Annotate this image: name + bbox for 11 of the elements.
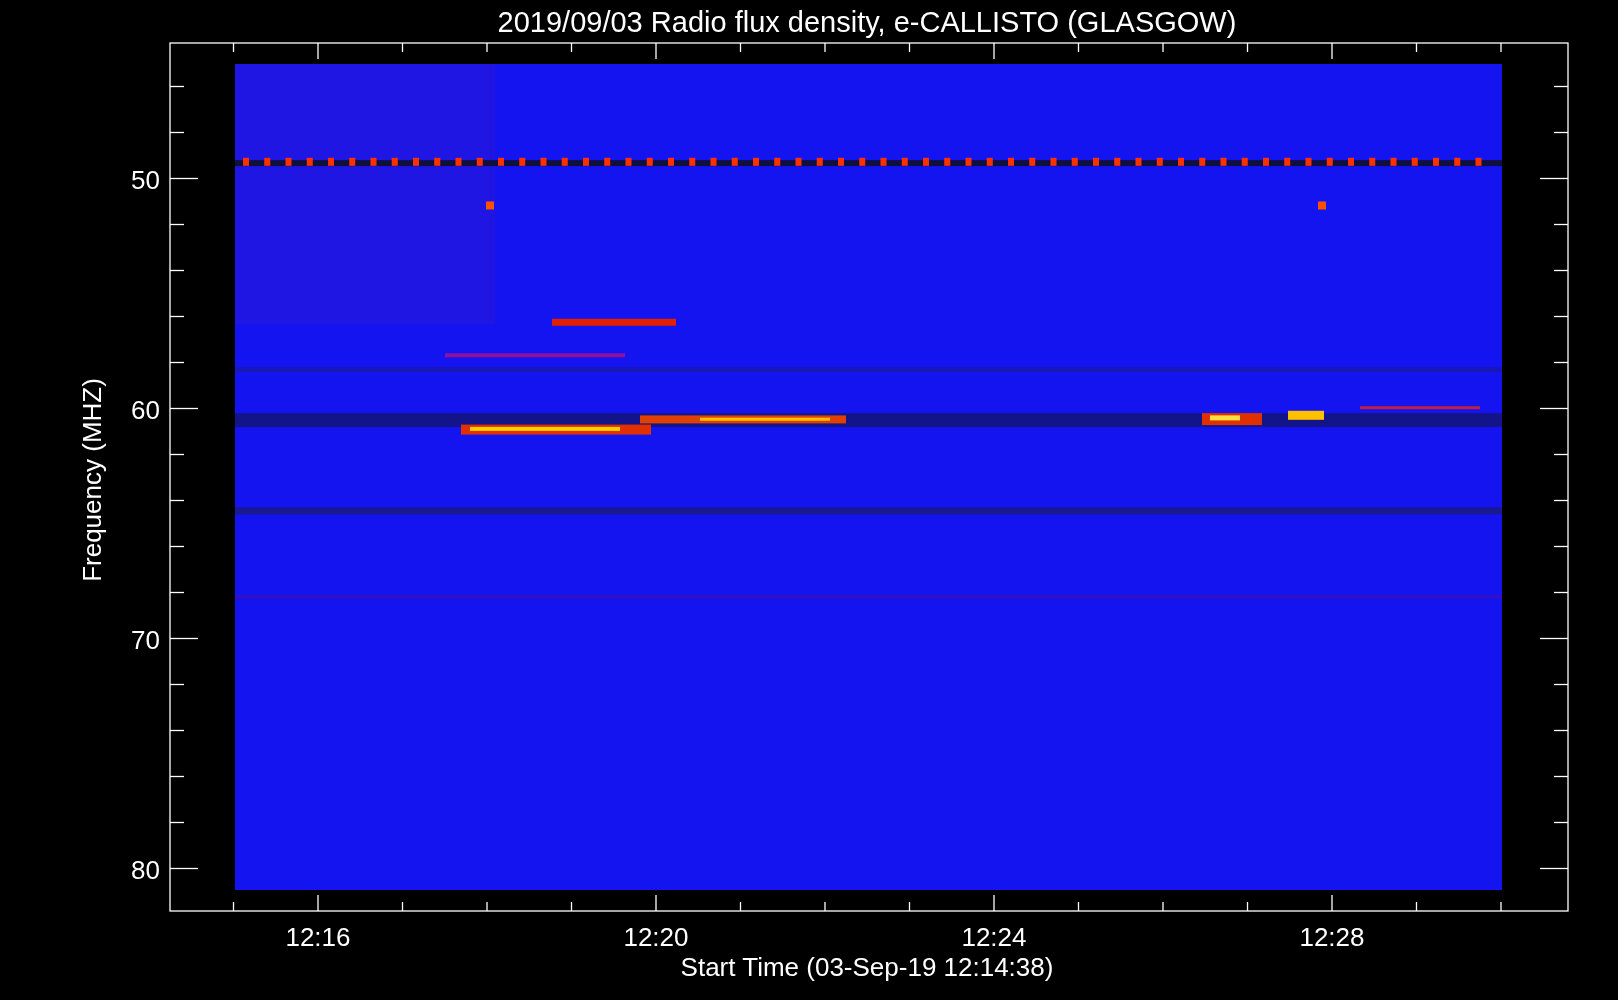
axis-title: Frequency (MHZ) <box>77 378 107 582</box>
tick-label: 12:16 <box>285 922 351 952</box>
axis-title: Start Time (03-Sep-19 12:14:38) <box>680 952 1054 982</box>
chart-title: 2019/09/03 Radio flux density, e-CALLISTO (GLASGOW) <box>497 6 1237 38</box>
tick-label: 12:20 <box>623 922 689 952</box>
tick-label: 60 <box>131 394 160 425</box>
tick-label: 12:24 <box>961 922 1027 952</box>
tick-label: 80 <box>131 854 160 885</box>
tick-label: 50 <box>131 164 160 195</box>
tick-label: 12:28 <box>1299 922 1365 952</box>
tick-label: 70 <box>131 624 160 655</box>
